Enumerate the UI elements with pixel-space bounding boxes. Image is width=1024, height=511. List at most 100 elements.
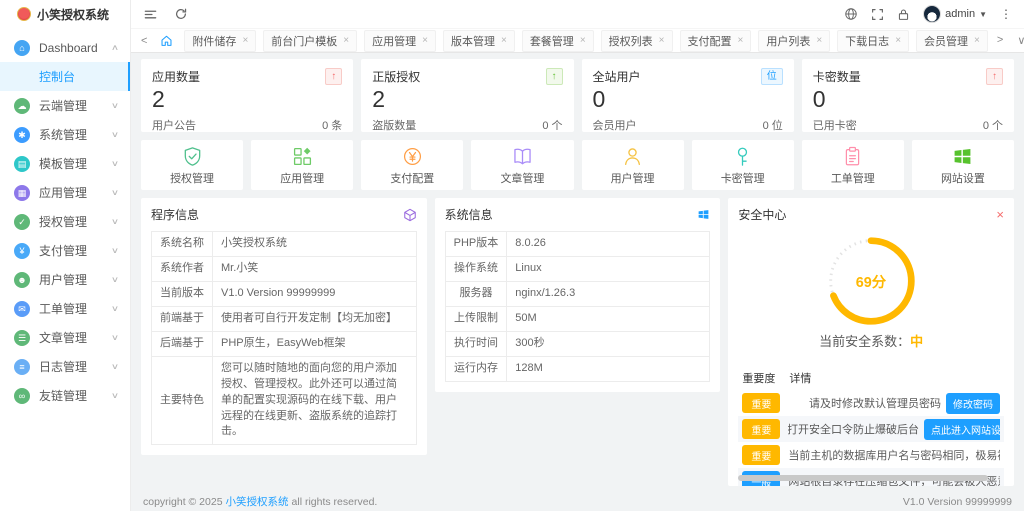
- security-level-value: 中: [910, 334, 924, 349]
- change-password-button[interactable]: 修改密码: [945, 392, 1000, 414]
- sidebar: 小笑授权系统 ⌂ Dashboard 控制台 ☁ 云端管理 ✱ 系统管理: [0, 0, 131, 511]
- tabs-scroll-left-icon[interactable]: <: [139, 35, 149, 47]
- close-icon[interactable]: [659, 36, 665, 46]
- refresh-icon[interactable]: [174, 7, 188, 21]
- panels-row: 程序信息 系统名称 小笑授权系统 系统作者 Mr.小笑 当前版本 V1.0 Versi…: [141, 198, 1014, 486]
- system-info-table: PHP版本 8.0.26 操作系统 Linux 服务器 nginx/1.26.3 上传…: [444, 231, 711, 382]
- shortcut-applications[interactable]: 应用管理: [251, 140, 354, 190]
- close-icon[interactable]: [974, 36, 980, 46]
- sidebar-item-cloud[interactable]: ☁ 云端管理: [0, 91, 130, 120]
- layers-icon: ▤: [14, 155, 30, 172]
- chevron-down-icon: ▼: [979, 9, 987, 19]
- tab-package-management[interactable]: 套餐管理: [521, 29, 594, 52]
- sidebar-item-application[interactable]: ▦ 应用管理: [0, 178, 130, 207]
- chevron-down-icon: [111, 159, 119, 168]
- sidebar-item-articles[interactable]: ☰ 文章管理: [0, 323, 130, 352]
- tab-authorization-list[interactable]: 授权列表: [600, 29, 673, 52]
- close-icon[interactable]: [422, 36, 428, 46]
- shortcut-articles[interactable]: 文章管理: [471, 140, 574, 190]
- shortcut-card-keys[interactable]: 卡密管理: [691, 140, 794, 190]
- sidebar-toggle-icon[interactable]: [143, 7, 158, 22]
- chevron-down-icon: [111, 391, 119, 400]
- close-icon[interactable]: [242, 36, 248, 46]
- up-arrow-badge: ↑: [986, 68, 1003, 85]
- home-tab[interactable]: [156, 34, 177, 47]
- yen-icon: ¥: [14, 242, 30, 259]
- sidebar-item-links[interactable]: ∞ 友链管理: [0, 381, 130, 410]
- sidebar-item-payment[interactable]: ¥ 支付管理: [0, 236, 130, 265]
- stat-cards: 应用数量 ↑ 2 用户公告 0 条 正版授权 ↑ 2 盗版数量 0 个 全站用户位 0 …: [141, 59, 1014, 132]
- more-menu-icon[interactable]: ⋮: [1000, 7, 1012, 21]
- tab-download-log[interactable]: 下载日志: [837, 29, 910, 52]
- stat-value: 0: [812, 86, 826, 112]
- stat-value: 2: [372, 86, 386, 112]
- tab-attachment-storage[interactable]: 附件储存: [184, 29, 257, 52]
- program-info-panel: 程序信息 系统名称 小笑授权系统 系统作者 Mr.小笑 当前版本 V1.0 Versi…: [141, 198, 427, 456]
- open-security-setting-button[interactable]: 点此进入网站设置打开: [923, 418, 1000, 440]
- article-icon: ☰: [14, 329, 30, 346]
- lock-icon[interactable]: [897, 8, 910, 21]
- horizontal-scrollbar[interactable]: [738, 475, 988, 481]
- language-globe-icon[interactable]: [844, 7, 858, 21]
- fullscreen-icon[interactable]: [871, 8, 884, 21]
- security-issues-table: 重要度 详情 重要 请及时修改默认管理员密码 修改密码 重要 打开安全口令防止爆…: [738, 366, 1004, 486]
- brand-link[interactable]: 小笑授权系统: [226, 496, 289, 508]
- shortcut-tickets[interactable]: 工单管理: [801, 140, 904, 190]
- chevron-down-icon: [111, 101, 119, 110]
- username: admin: [945, 8, 976, 20]
- tab-version-management[interactable]: 版本管理: [442, 29, 515, 52]
- windows-icon: [951, 144, 974, 168]
- close-icon[interactable]: [501, 36, 507, 46]
- shortcut-site-settings[interactable]: 网站设置: [911, 140, 1014, 190]
- tab-member-management[interactable]: 会员管理: [916, 29, 988, 52]
- cloud-icon: ☁: [14, 97, 30, 114]
- tabs-menu-icon[interactable]: ∨: [1015, 34, 1024, 47]
- shortcut-users[interactable]: 用户管理: [581, 140, 684, 190]
- dashboard-content: 应用数量 ↑ 2 用户公告 0 条 正版授权 ↑ 2 盗版数量 0 个 全站用户位 0 …: [131, 53, 1024, 511]
- main-area: admin ▼ ⋮ < 附件储存 前台门户模板 应用管理 版本管理 套餐管理 授…: [131, 0, 1024, 511]
- key-icon: [731, 144, 754, 168]
- shield-check-icon: [181, 144, 204, 168]
- close-icon[interactable]: [580, 36, 586, 46]
- panel-title: 安全中心: [738, 208, 787, 222]
- logo-badge-icon: [17, 7, 31, 21]
- sidebar-item-logs[interactable]: ≡ 日志管理: [0, 352, 130, 381]
- tab-app-management[interactable]: 应用管理: [364, 29, 436, 52]
- close-icon[interactable]: [343, 36, 349, 46]
- user-menu[interactable]: admin ▼: [923, 5, 987, 23]
- sidebar-item-users[interactable]: ☻ 用户管理: [0, 265, 130, 294]
- chevron-down-icon: [111, 362, 119, 371]
- close-icon[interactable]: [816, 36, 822, 46]
- security-score: 69分: [856, 274, 887, 291]
- windows-icon: [697, 208, 710, 221]
- sidebar-item-authorization[interactable]: ✓ 授权管理: [0, 207, 130, 236]
- sidebar-item-dashboard[interactable]: ⌂ Dashboard: [0, 33, 130, 62]
- importance-badge: 重要: [742, 419, 781, 439]
- grid-icon: ▦: [14, 184, 30, 201]
- tabs-scroll-right-icon[interactable]: >: [995, 34, 1005, 47]
- tab-payment-config[interactable]: 支付配置: [679, 29, 752, 52]
- sidebar-item-template[interactable]: ▤ 模板管理: [0, 149, 130, 178]
- version-text: V1.0 Version 99999999: [902, 495, 1012, 508]
- close-icon[interactable]: [895, 36, 901, 46]
- sidebar-item-tickets[interactable]: ✉ 工单管理: [0, 294, 130, 323]
- stat-value: 2: [152, 86, 165, 112]
- tab-user-list[interactable]: 用户列表: [758, 29, 831, 52]
- importance-badge: 重要: [742, 393, 781, 413]
- security-table-header: 重要度 详情: [742, 373, 812, 385]
- system-info-panel: 系统信息 PHP版本 8.0.26 操作系统 Linux 服务器 nginx/1.26…: [434, 198, 721, 392]
- security-center-panel: 安全中心 69分 当前安全系数：中: [728, 198, 1014, 486]
- avatar: [923, 5, 942, 23]
- sidebar-item-console[interactable]: 控制台: [0, 62, 130, 91]
- sidebar-item-system[interactable]: ✱ 系统管理: [0, 120, 130, 149]
- tab-portal-template[interactable]: 前台门户模板: [263, 29, 358, 52]
- unit-badge: 位: [760, 68, 783, 85]
- security-issue-row: 重要 请及时修改默认管理员密码 修改密码: [738, 390, 1004, 416]
- shortcut-authorization[interactable]: 授权管理: [141, 140, 244, 190]
- close-icon[interactable]: [996, 208, 1004, 221]
- close-icon[interactable]: [738, 36, 744, 46]
- app-logo: 小笑授权系统: [0, 0, 130, 28]
- shortcut-payment-config[interactable]: 支付配置: [361, 140, 464, 190]
- book-icon: [511, 144, 534, 168]
- chevron-down-icon: [111, 333, 119, 342]
